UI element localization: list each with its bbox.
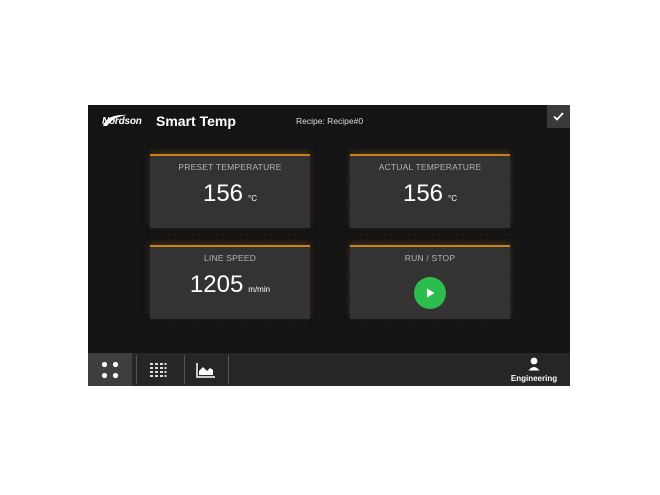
line-speed-value-group: 1205 m/min <box>150 271 310 299</box>
user-account-button[interactable]: Engineering <box>504 353 564 386</box>
nav-zones-button[interactable] <box>136 353 180 386</box>
actual-temperature-unit: °C <box>448 194 458 203</box>
app-title: Smart Temp <box>156 113 236 129</box>
grid-dots-icon <box>101 361 119 378</box>
check-icon <box>553 112 564 121</box>
user-icon <box>528 357 540 371</box>
nav-divider <box>228 355 229 384</box>
list-grid-icon <box>150 362 167 377</box>
nav-dashboard-button[interactable] <box>88 353 132 386</box>
run-stop-button[interactable] <box>414 277 446 309</box>
run-stop-card: RUN / STOP <box>350 245 510 319</box>
confirm-button[interactable] <box>547 105 570 128</box>
line-speed-label: LINE SPEED <box>203 253 257 263</box>
preset-temperature-label: PRESET TEMPERATURE <box>178 162 282 172</box>
actual-temperature-label: ACTUAL TEMPERATURE <box>378 162 482 172</box>
hmi-screen: Nordson Smart Temp Recipe: Recipe#0 PRES… <box>88 105 570 386</box>
chart-icon <box>196 362 215 378</box>
header: Nordson Smart Temp Recipe: Recipe#0 <box>88 105 570 137</box>
actual-temperature-value-group: 156 °C <box>350 180 510 208</box>
play-icon <box>427 288 435 298</box>
user-label: Engineering <box>510 374 558 383</box>
preset-temperature-unit: °C <box>248 194 258 203</box>
run-stop-label: RUN / STOP <box>404 253 456 263</box>
bottom-nav-bar: Engineering <box>88 353 570 386</box>
actual-temperature-value: 156 <box>402 180 444 207</box>
preset-temperature-value-group: 156 °C <box>150 180 310 208</box>
line-speed-card: LINE SPEED 1205 m/min <box>150 245 310 319</box>
line-speed-value: 1205 <box>189 271 244 298</box>
line-speed-unit: m/min <box>248 285 271 294</box>
preset-temperature-card[interactable]: PRESET TEMPERATURE 156 °C <box>150 154 310 228</box>
logo-text: Nordson <box>102 116 142 127</box>
nav-trend-button[interactable] <box>184 353 228 386</box>
preset-temperature-value: 156 <box>202 180 244 207</box>
recipe-label[interactable]: Recipe: Recipe#0 <box>296 116 363 126</box>
actual-temperature-card: ACTUAL TEMPERATURE 156 °C <box>350 154 510 228</box>
